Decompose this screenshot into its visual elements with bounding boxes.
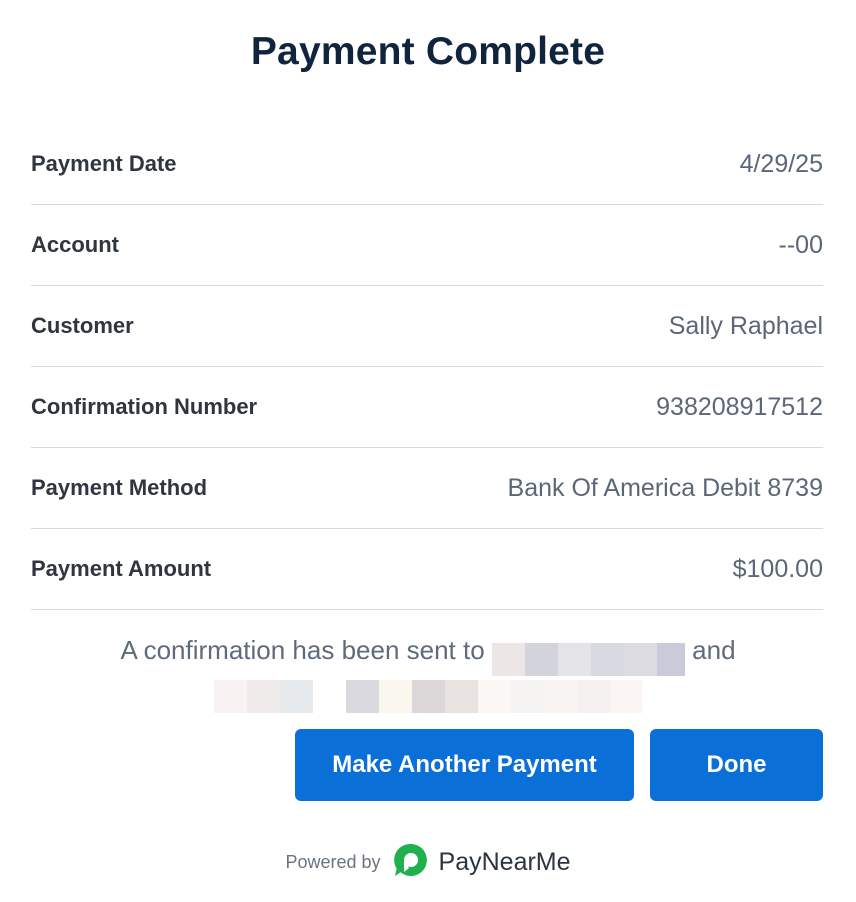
confirmation-text: A confirmation has been sent to [120, 635, 485, 665]
detail-label: Confirmation Number [31, 394, 258, 419]
detail-label: Payment Method [31, 475, 208, 500]
powered-by-footer: Powered by PayNearMe [0, 842, 856, 883]
detail-row-account: Account --00 [31, 205, 823, 286]
redacted-email-2 [0, 672, 856, 716]
detail-value: 938208917512 [656, 392, 823, 421]
detail-value: Sally Raphael [668, 311, 823, 340]
detail-label: Payment Date [31, 151, 177, 176]
brand-name: PayNearMe [438, 848, 571, 876]
detail-row-payment-date: Payment Date 4/29/25 [31, 124, 823, 205]
detail-row-customer: Customer Sally Raphael [31, 286, 823, 367]
redacted-email-1 [491, 636, 685, 677]
detail-row-payment-amount: Payment Amount $100.00 [31, 529, 823, 610]
confirmation-message: A confirmation has been sent to and [0, 628, 856, 716]
detail-value: Bank Of America Debit 8739 [507, 473, 823, 502]
detail-row-payment-method: Payment Method Bank Of America Debit 873… [31, 448, 823, 529]
paynearme-logo-icon [393, 842, 429, 883]
detail-label: Account [31, 232, 119, 257]
detail-row-confirmation-number: Confirmation Number 938208917512 [31, 367, 823, 448]
detail-label: Payment Amount [31, 556, 212, 581]
confirmation-connector: and [692, 635, 736, 665]
payment-details: Payment Date 4/29/25 Account --00 Custom… [31, 124, 823, 610]
detail-value: $100.00 [732, 554, 823, 583]
detail-value: --00 [778, 230, 823, 259]
done-button[interactable]: Done [650, 729, 823, 801]
detail-value: 4/29/25 [739, 149, 823, 178]
powered-by-text: Powered by [285, 852, 381, 872]
make-another-payment-button[interactable]: Make Another Payment [295, 729, 634, 801]
detail-label: Customer [31, 313, 134, 338]
page-title: Payment Complete [250, 30, 606, 73]
